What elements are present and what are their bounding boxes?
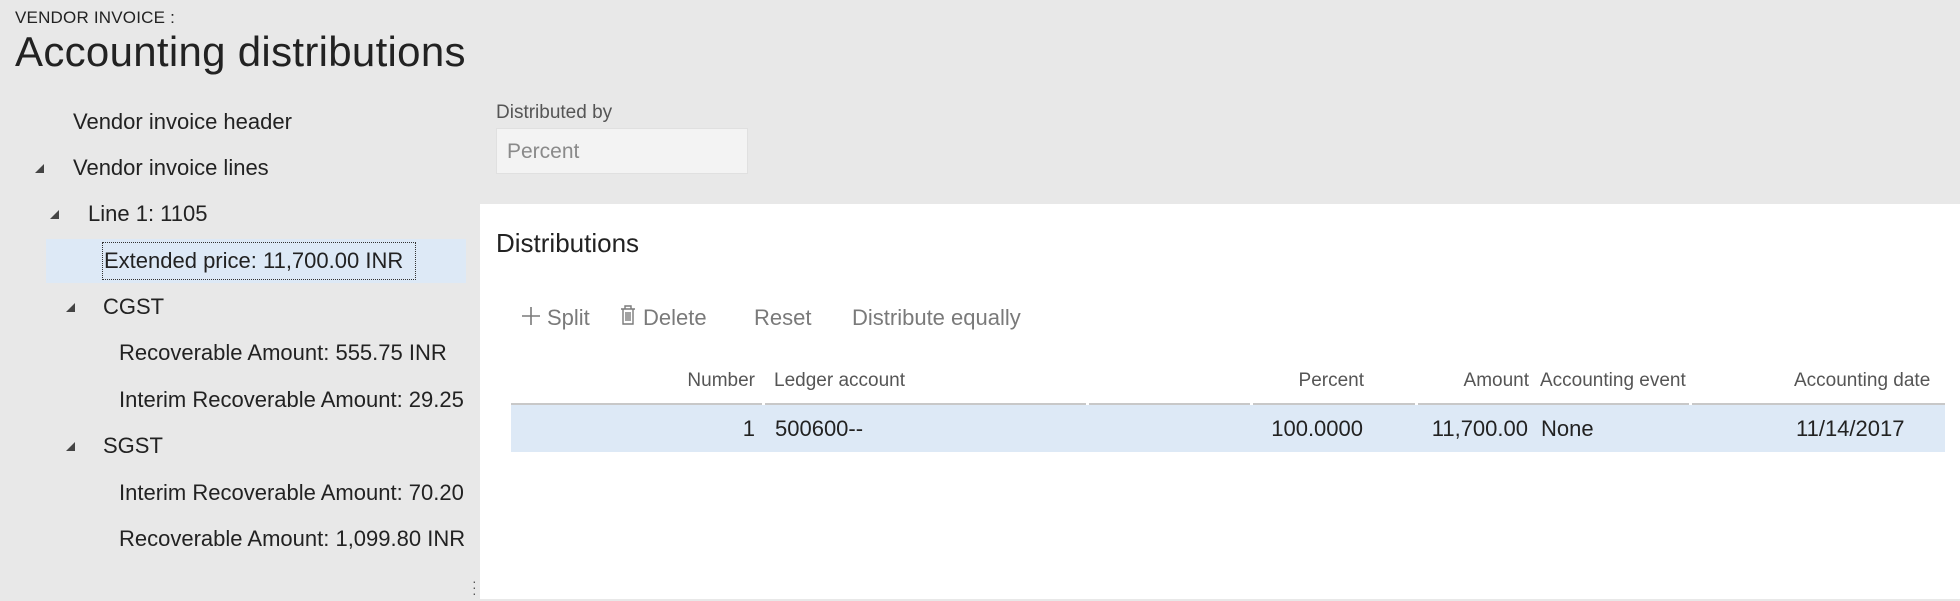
cell-accounting-event[interactable]: None — [1541, 405, 1594, 452]
reset-button[interactable]: Reset — [754, 298, 811, 338]
tree-item-label: CGST — [103, 294, 165, 319]
tree-item-cgst[interactable]: CGST — [0, 285, 466, 329]
column-header-ledger-account[interactable]: Ledger account — [774, 359, 905, 403]
cell-number: 1 — [742, 416, 755, 441]
split-label: Split — [547, 305, 590, 330]
distributions-toolbar: Split Delete Reset Distribute equally — [480, 298, 1960, 338]
split-button[interactable]: Split — [521, 298, 590, 338]
delete-label: Delete — [643, 305, 707, 330]
tree-item-sgst-recoverable[interactable]: Recoverable Amount: 1,099.80 INR — [0, 517, 466, 561]
tree-item-cgst-recoverable[interactable]: Recoverable Amount: 555.75 INR — [0, 331, 466, 375]
tree-item-line-1[interactable]: Line 1: 1105 — [0, 192, 466, 236]
tree-item-label: Vendor invoice lines — [73, 155, 269, 180]
focus-outline: Extended price: 11,700.00 INR — [102, 242, 417, 280]
distributed-by-field[interactable]: Percent — [496, 128, 748, 174]
table-row[interactable]: 1 500600-- 100.0000 11,700.00 None 11/14… — [511, 405, 1945, 452]
distributed-by-label: Distributed by — [496, 102, 613, 123]
collapse-triangle-icon[interactable] — [35, 164, 44, 173]
column-header-percent[interactable]: Percent — [1111, 359, 1364, 403]
tree-item-cgst-interim-recoverable[interactable]: Interim Recoverable Amount: 29.25 I — [0, 378, 466, 422]
trash-icon — [619, 299, 637, 339]
tree-item-label: Recoverable Amount: 555.75 INR — [119, 340, 447, 365]
column-header-accounting-event[interactable]: Accounting event — [1540, 359, 1686, 403]
collapse-triangle-icon[interactable] — [66, 442, 75, 451]
distributions-panel: Distributions Split Delete Reset Distrib… — [480, 204, 1960, 599]
tree-item-vendor-invoice-lines[interactable]: Vendor invoice lines — [0, 146, 466, 190]
plus-icon — [521, 299, 541, 339]
tree-item-label: Interim Recoverable Amount: 70.20 I — [119, 480, 466, 505]
delete-button[interactable]: Delete — [619, 298, 707, 338]
distribute-equally-button[interactable]: Distribute equally — [852, 298, 1021, 338]
page-title: Accounting distributions — [15, 28, 466, 75]
distribution-tree: Vendor invoice header Vendor invoice lin… — [0, 100, 478, 599]
tree-item-sgst[interactable]: SGST — [0, 424, 466, 468]
cell-ledger-account[interactable]: 500600-- — [775, 405, 863, 452]
page-header-subtitle: VENDOR INVOICE : — [15, 8, 176, 27]
tree-item-vendor-invoice-header[interactable]: Vendor invoice header — [0, 100, 466, 144]
tree-item-label: Extended price: 11,700.00 INR — [104, 248, 404, 273]
column-header-number[interactable]: Number — [511, 359, 755, 403]
tree-item-label: Interim Recoverable Amount: 29.25 I — [119, 387, 466, 412]
column-header-accounting-date[interactable]: Accounting date — [1794, 359, 1930, 403]
distributions-grid: Number Ledger account Percent Amount Acc… — [511, 359, 1945, 452]
column-header-amount[interactable]: Amount — [1371, 359, 1529, 403]
tree-item-extended-price[interactable]: Extended price: 11,700.00 INR — [46, 239, 466, 283]
cell-amount[interactable]: 11,700.00 — [1371, 405, 1528, 452]
tree-item-label: Line 1: 1105 — [88, 201, 208, 226]
cell-percent[interactable]: 100.0000 — [1111, 405, 1363, 452]
tree-item-label: Recoverable Amount: 1,099.80 INR — [119, 526, 466, 551]
pane-resize-grip-icon[interactable]: · · · — [472, 574, 477, 600]
collapse-triangle-icon[interactable] — [66, 303, 75, 312]
tree-item-label: Vendor invoice header — [73, 109, 292, 134]
collapse-triangle-icon[interactable] — [50, 210, 59, 219]
distributions-title: Distributions — [496, 228, 640, 258]
cell-accounting-date[interactable]: 11/14/2017 — [1796, 405, 1904, 452]
grid-header: Number Ledger account Percent Amount Acc… — [511, 359, 1945, 405]
tree-item-sgst-interim-recoverable[interactable]: Interim Recoverable Amount: 70.20 I — [0, 471, 466, 515]
tree-item-label: SGST — [103, 433, 163, 458]
